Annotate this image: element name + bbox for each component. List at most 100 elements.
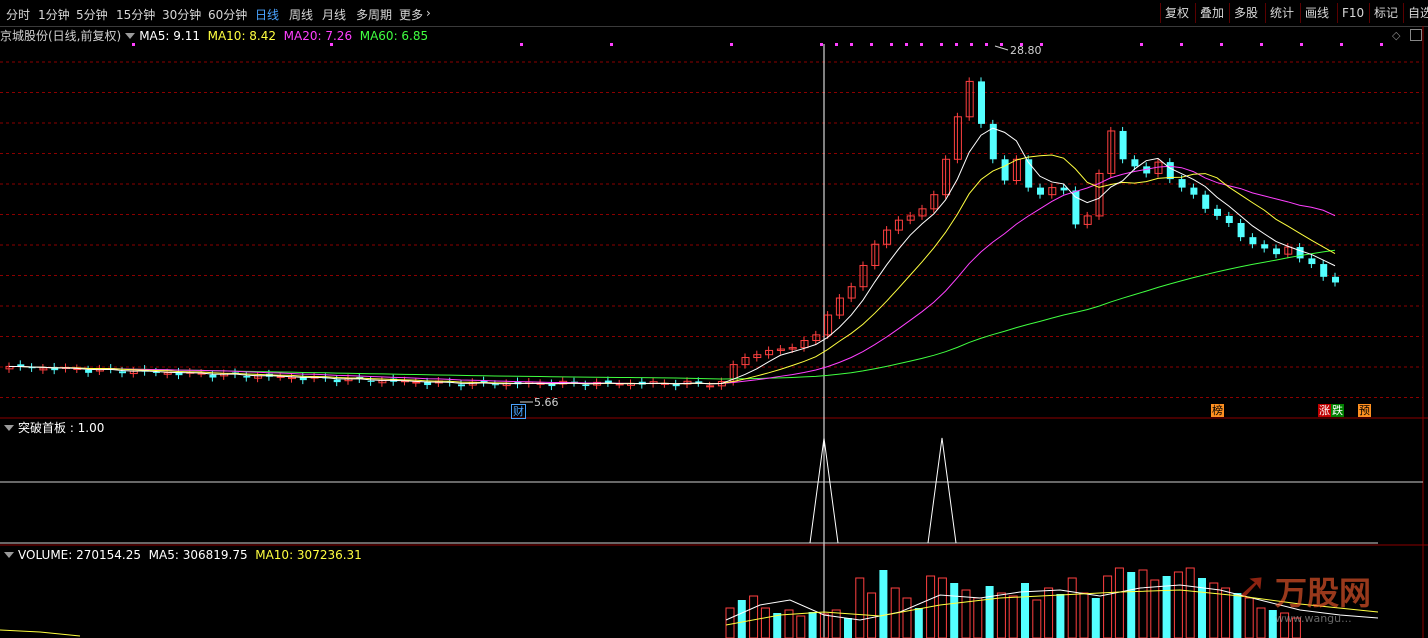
volume-ma10-label: MA10: 307236.31: [255, 548, 362, 562]
candle-body: [978, 81, 985, 124]
candle-body: [119, 371, 126, 374]
volume-ma5-label: MA5: 306819.75: [148, 548, 248, 562]
volume-bar: [808, 612, 817, 638]
event-dot: [905, 43, 908, 46]
volume-bar: [1032, 599, 1042, 638]
candle-body: [1225, 215, 1233, 223]
candle-body: [695, 381, 703, 383]
volume-bar: [1114, 567, 1124, 638]
volume-bar: [1291, 617, 1301, 638]
diamond-icon[interactable]: ◇: [1392, 29, 1400, 42]
rank-badge[interactable]: 榜: [1211, 404, 1224, 417]
event-dot: [1220, 43, 1223, 46]
volume-bar: [1008, 595, 1018, 638]
dropdown-triangle-icon[interactable]: [125, 33, 136, 39]
event-dot: [520, 43, 523, 46]
volume-bar: [902, 597, 912, 638]
ma60-label: MA60: 6.85: [359, 29, 429, 43]
ma10-label: MA10: 8.42: [207, 29, 277, 43]
event-dot: [1380, 43, 1383, 46]
candle-body: [412, 381, 421, 384]
volume-ma-left: [0, 629, 81, 637]
candle-body: [1190, 187, 1198, 195]
volume-bar: [973, 597, 983, 638]
event-dot: [835, 43, 838, 46]
candle-body: [1332, 276, 1339, 283]
event-dot: [610, 43, 613, 46]
event-dot: [940, 43, 943, 46]
volume-bar: [1138, 569, 1148, 638]
forecast-badge[interactable]: 预: [1358, 404, 1371, 417]
volume-bar: [1150, 579, 1160, 638]
event-dot: [820, 43, 823, 46]
candle-body: [1037, 187, 1044, 195]
candle-body: [491, 384, 499, 386]
volume-bar: [1067, 577, 1077, 638]
volume-bar: [1244, 597, 1254, 638]
event-dot: [870, 43, 873, 46]
candle-body: [1166, 162, 1174, 180]
volume-bar: [1127, 572, 1136, 638]
breakout-spike: [927, 437, 957, 544]
low-price-label: 5.66: [534, 396, 559, 409]
volume-bar: [1280, 612, 1290, 638]
volume-bar: [1233, 593, 1242, 638]
ma5-label: MA5: 9.11: [139, 29, 200, 43]
volume-bar: [1103, 575, 1113, 638]
volume-bar: [796, 615, 806, 638]
volume-bar: [773, 613, 782, 638]
event-dot: [1300, 43, 1303, 46]
volume-label: VOLUME: 270154.25: [18, 548, 141, 562]
stock-title: 京城股份(日线,前复权): [0, 29, 122, 43]
candle-body: [1119, 130, 1127, 160]
volume-bar: [855, 577, 865, 638]
finance-badge[interactable]: 财: [511, 404, 526, 419]
dropdown-triangle-icon[interactable]: [4, 425, 14, 431]
ma5-line: [8, 127, 1336, 385]
candle-body: [1202, 194, 1210, 209]
limit-up-badge[interactable]: 涨: [1318, 404, 1331, 417]
kline-chart[interactable]: [0, 0, 1428, 638]
volume-bar: [760, 607, 770, 638]
candle-body: [1273, 248, 1280, 255]
volume-bar: [737, 600, 746, 638]
high-price-label: 28.80: [1010, 44, 1042, 57]
volume-bar: [1173, 571, 1183, 638]
volume-bar: [1091, 598, 1100, 638]
volume-bar: [844, 618, 852, 638]
candle-body: [706, 385, 715, 388]
candle-body: [333, 379, 341, 383]
limit-down-badge[interactable]: 跌: [1331, 404, 1344, 417]
maximize-icon[interactable]: [1410, 29, 1422, 41]
candle-body: [582, 384, 590, 387]
candle-body: [1249, 237, 1257, 245]
event-dot: [1000, 43, 1003, 46]
volume-bar: [937, 577, 947, 638]
volume-bar: [725, 607, 735, 638]
candle-body: [1131, 159, 1139, 167]
volume-bar: [1185, 567, 1195, 638]
dropdown-triangle-icon[interactable]: [4, 552, 14, 558]
event-dot: [890, 43, 893, 46]
volume-bar: [879, 570, 888, 638]
candle-body: [367, 380, 375, 382]
candle-body: [1237, 223, 1245, 238]
indicator-label: 突破首板 : 1.00: [18, 421, 105, 435]
ma20-line: [8, 165, 1336, 385]
event-dot: [1340, 43, 1343, 46]
volume-bar: [1256, 607, 1266, 638]
volume-bar: [985, 586, 994, 638]
candle-body: [1060, 187, 1068, 191]
volume-bar: [1221, 587, 1231, 638]
event-dot: [970, 43, 973, 46]
candle-body: [1001, 159, 1009, 181]
ma20-label: MA20: 7.26: [283, 29, 353, 43]
candle-body: [1320, 264, 1328, 277]
candle-body: [604, 380, 612, 383]
volume-bar: [950, 583, 959, 638]
volume-bar: [914, 608, 923, 638]
high-arrow: [994, 45, 1009, 51]
volume-bar: [1209, 582, 1219, 638]
candle-body: [1261, 244, 1269, 249]
ma10-line: [8, 154, 1336, 385]
